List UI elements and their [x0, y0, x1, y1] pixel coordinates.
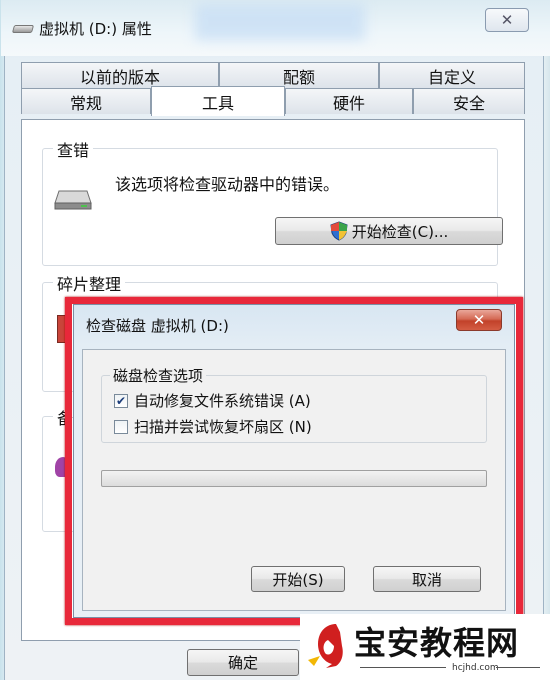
error-check-label: 查错: [53, 137, 94, 161]
window-title: 虚拟机 (D:) 属性: [39, 19, 152, 38]
watermark-divider: [496, 667, 540, 668]
tab-quota[interactable]: 配额: [219, 62, 379, 88]
cancel-button[interactable]: 取消: [373, 566, 481, 592]
ok-button[interactable]: 确定: [187, 649, 299, 676]
start-check-label: 开始检查(C)...: [351, 222, 449, 241]
watermark: 宝安教程网 hcjhd.com: [300, 614, 550, 680]
watermark-divider: [360, 667, 446, 668]
blurred-background: [195, 4, 365, 40]
tab-security[interactable]: 安全: [413, 88, 525, 114]
disk-check-options-group: 磁盘检查选项 ✔ 自动修复文件系统错误 (A) 扫描并尝试恢复坏扇区 (N): [101, 365, 487, 443]
start-check-button[interactable]: 开始检查(C)...: [275, 217, 503, 245]
tab-previous-versions[interactable]: 以前的版本: [21, 62, 219, 88]
watermark-logo: [308, 624, 343, 668]
tab-hardware[interactable]: 硬件: [285, 88, 413, 114]
auto-fix-label: 自动修复文件系统错误 (A): [134, 392, 311, 410]
uac-shield-icon: [330, 221, 348, 241]
window-title-bar: 虚拟机 (D:) 属性: [11, 16, 152, 40]
drive-icon: [54, 190, 92, 210]
error-check-group: 查错 该选项将检查驱动器中的错误。 开始检查(C)...: [42, 137, 503, 266]
scan-recover-checkbox[interactable]: [114, 419, 128, 434]
window-close-button[interactable]: ✕: [485, 8, 529, 32]
watermark-url: hcjhd.com: [452, 663, 499, 673]
error-check-description: 该选项将检查驱动器中的错误。: [115, 175, 340, 194]
defrag-label: 碎片整理: [53, 271, 126, 295]
check-progress-bar: [101, 470, 487, 487]
start-button[interactable]: 开始(S): [251, 566, 345, 592]
scan-recover-option[interactable]: 扫描并尝试恢复坏扇区 (N): [114, 416, 312, 437]
auto-fix-checkbox[interactable]: ✔: [114, 393, 128, 408]
scan-recover-label: 扫描并尝试恢复坏扇区 (N): [134, 418, 312, 436]
drive-icon: [11, 22, 35, 34]
tab-customize[interactable]: 自定义: [379, 62, 525, 88]
watermark-name: 宝安教程网: [354, 624, 520, 662]
tab-tools[interactable]: 工具: [151, 86, 285, 116]
check-disk-dialog: 检查磁盘 虚拟机 (D:) ✕ 磁盘检查选项 ✔ 自动修复文件系统错误 (A) …: [73, 304, 515, 618]
auto-fix-option[interactable]: ✔ 自动修复文件系统错误 (A): [114, 390, 311, 411]
dialog-close-button[interactable]: ✕: [456, 309, 502, 331]
dialog-title: 检查磁盘 虚拟机 (D:): [86, 317, 229, 335]
dialog-body: 磁盘检查选项 ✔ 自动修复文件系统错误 (A) 扫描并尝试恢复坏扇区 (N) 开…: [82, 349, 506, 611]
tab-general[interactable]: 常规: [21, 88, 151, 114]
disk-check-options-label: 磁盘检查选项: [110, 365, 207, 386]
